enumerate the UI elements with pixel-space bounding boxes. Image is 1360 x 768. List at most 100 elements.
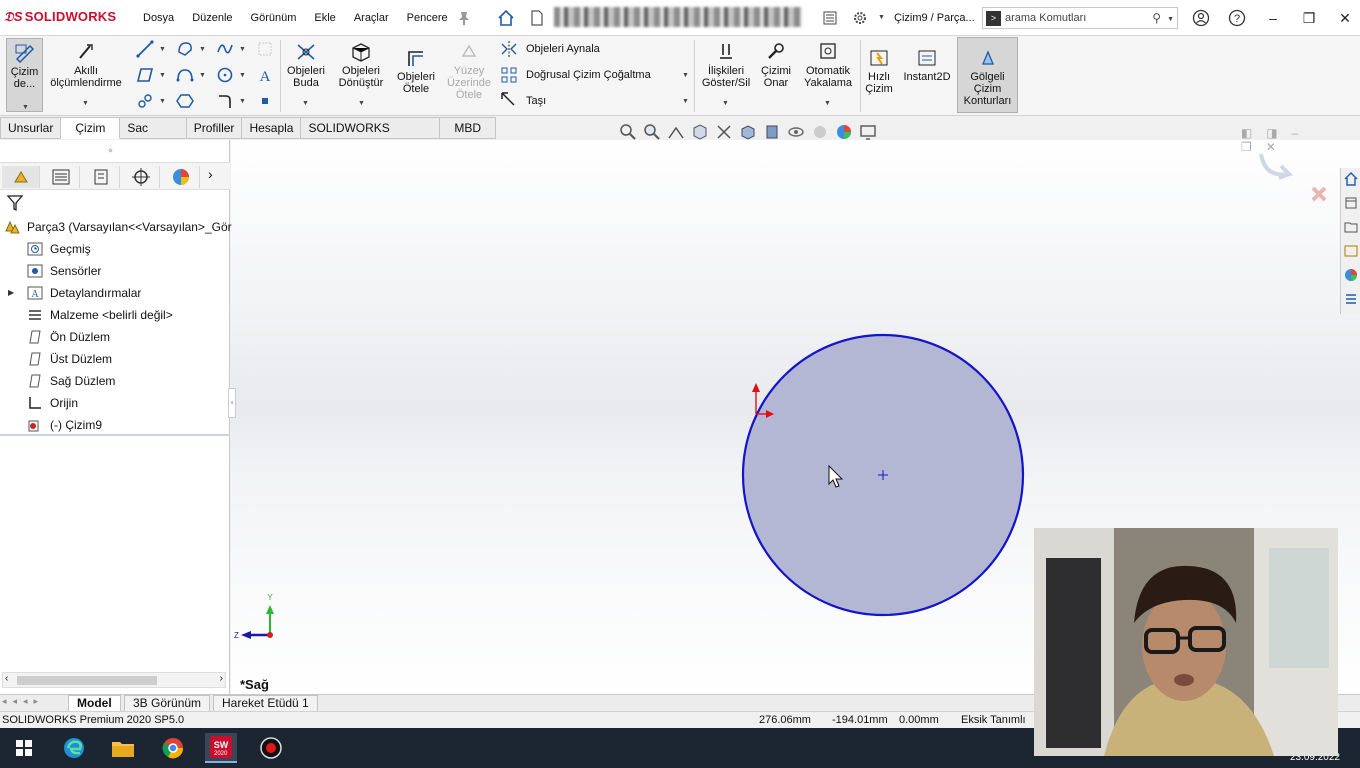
mirror-entities-button[interactable]: Objeleri Aynala	[526, 43, 600, 55]
document-window-buttons[interactable]: ◧◨–❐✕	[1241, 126, 1360, 154]
tree-item[interactable]: Ön Düzlem	[0, 326, 230, 348]
tree-item[interactable]: Üst Düzlem	[0, 348, 230, 370]
menu-window[interactable]: Pencere	[398, 12, 457, 24]
linear-pattern-dropdown-icon[interactable]: ▼	[682, 72, 689, 79]
solidworks-logo[interactable]: 𝔇S SOLIDWORKS	[4, 9, 116, 25]
user-account-icon[interactable]	[1192, 9, 1210, 27]
tree-item[interactable]: Sağ Düzlem	[0, 370, 230, 392]
shaded-sketch-contours-button[interactable]: Gölgeli Çizim Konturları	[957, 37, 1018, 113]
move-entities-button[interactable]: Taşı	[526, 95, 546, 107]
construction-line-icon[interactable]	[216, 92, 234, 110]
solidworks-taskbar-button[interactable]: SW 2020	[205, 733, 237, 763]
tab-scroll-arrows[interactable]: ◂◂◂▸	[2, 696, 44, 707]
scrollbar-thumb[interactable]	[17, 676, 157, 685]
repair-sketch-button[interactable]: Çizimi Onar	[758, 42, 794, 89]
circle-icon[interactable]	[216, 66, 234, 84]
design-library-icon[interactable]	[1343, 195, 1359, 211]
tab-3d-views[interactable]: 3B Görünüm	[124, 695, 211, 712]
display-delete-relations-button[interactable]: İlişkileri Göster/Sil ▼	[700, 42, 752, 107]
command-search[interactable]: > arama Komutları ⚲ ▼	[982, 7, 1178, 29]
snaps-dropdown-icon[interactable]: ▼	[824, 98, 831, 110]
rollback-bar[interactable]	[0, 434, 230, 436]
quick-snaps-button[interactable]: Otomatik Yakalama ▼	[800, 42, 856, 107]
menu-view[interactable]: Görünüm	[242, 12, 306, 24]
new-document-icon[interactable]	[528, 9, 546, 27]
resources-home-icon[interactable]	[1343, 171, 1359, 187]
rapid-sketch-button[interactable]: Hızlı Çizim	[862, 48, 896, 95]
scroll-right-icon[interactable]: ›	[220, 673, 223, 684]
exit-sketch-icon[interactable]	[1311, 186, 1327, 202]
menu-file[interactable]: Dosya	[134, 12, 183, 24]
windows-start-icon[interactable]	[8, 733, 40, 763]
tab-display-manager[interactable]	[162, 166, 200, 188]
tab-weldments[interactable]: Profiller	[186, 117, 243, 139]
appearances-icon[interactable]	[1343, 267, 1359, 283]
tree-item[interactable]: ▶ A Detaylandırmalar	[0, 282, 230, 304]
offset-entities-button[interactable]: Objeleri Ötele	[393, 48, 439, 95]
hide-show-items-icon[interactable]	[786, 122, 806, 142]
rectangle-icon[interactable]	[136, 66, 154, 84]
close-button[interactable]: ✕	[1335, 8, 1355, 28]
slot-dropdown-icon[interactable]: ▼	[159, 98, 166, 105]
maximize-button[interactable]: ❐	[1299, 8, 1319, 28]
view-settings-icon[interactable]	[858, 122, 878, 142]
chevron-right-icon[interactable]: ›	[208, 166, 213, 182]
file-explorer-taskbar-icon[interactable]	[107, 733, 139, 763]
gear-dropdown-icon[interactable]: ▼	[878, 14, 885, 21]
search-icon[interactable]: ⚲	[1152, 11, 1161, 25]
tree-item[interactable]: (-) Çizim9	[0, 414, 230, 436]
smart-dim-dropdown-icon[interactable]: ▼	[82, 98, 89, 110]
file-explorer-icon[interactable]	[1343, 219, 1359, 235]
custom-properties-icon[interactable]	[1343, 291, 1359, 307]
fillet-icon[interactable]	[176, 66, 194, 84]
move-dropdown-icon[interactable]: ▼	[682, 98, 689, 105]
tab-configuration-manager[interactable]	[82, 166, 120, 188]
tab-sketch[interactable]: Çizim	[61, 117, 121, 139]
edge-browser-icon[interactable]	[58, 733, 90, 763]
linear-pattern-button[interactable]: Doğrusal Çizim Çoğaltma	[526, 69, 651, 81]
fillet-dropdown-icon[interactable]: ▼	[199, 72, 206, 79]
sketch-dropdown-icon[interactable]: ▼	[22, 102, 29, 114]
rectangle-dropdown-icon[interactable]: ▼	[159, 72, 166, 79]
tab-property-manager[interactable]	[42, 166, 80, 188]
smart-dimension-button[interactable]: Akıllı ölçümlendirme ▼	[46, 42, 126, 107]
tab-motion-study[interactable]: Hareket Etüdü 1	[213, 695, 318, 712]
menu-tools[interactable]: Araçlar	[345, 12, 398, 24]
zoom-to-area-icon[interactable]	[642, 122, 662, 142]
polygon-arc-icon[interactable]	[176, 40, 194, 58]
tab-mbd[interactable]: MBD	[440, 117, 496, 139]
circle-dropdown-icon[interactable]: ▼	[239, 72, 246, 79]
trim-dropdown-icon[interactable]: ▼	[302, 98, 309, 110]
hexagon-icon[interactable]	[176, 92, 194, 110]
expand-arrow-icon[interactable]: ▶	[8, 282, 14, 304]
panel-collapse-handle[interactable]: ◦	[228, 388, 236, 418]
section-view-icon[interactable]	[690, 122, 710, 142]
line-icon[interactable]	[136, 40, 154, 58]
tree-item[interactable]: Malzeme <belirli değil>	[0, 304, 230, 326]
relations-dropdown-icon[interactable]: ▼	[722, 98, 729, 110]
text-icon[interactable]: A	[256, 66, 274, 84]
scroll-left-icon[interactable]: ‹	[5, 673, 8, 684]
options-list-icon[interactable]	[821, 9, 839, 27]
line-dropdown-icon[interactable]: ▼	[159, 46, 166, 53]
convert-entities-button[interactable]: Objeleri Dönüştür ▼	[334, 42, 388, 107]
tree-root-part[interactable]: Parça3 (Varsayılan<<Varsayılan>_Gör	[0, 216, 232, 238]
dynamic-annotation-icon[interactable]	[714, 122, 734, 142]
tree-item[interactable]: Geçmiş	[0, 238, 230, 260]
help-icon[interactable]: ?	[1228, 9, 1246, 27]
display-style-icon[interactable]	[762, 122, 782, 142]
trim-entities-button[interactable]: Objeleri Buda ▼	[284, 42, 328, 107]
search-dropdown-icon[interactable]: ▼	[1167, 16, 1174, 23]
construction-dropdown-icon[interactable]: ▼	[239, 98, 246, 105]
convert-dropdown-icon[interactable]: ▼	[358, 98, 365, 110]
spline-icon[interactable]	[216, 40, 234, 58]
search-input[interactable]: arama Komutları	[1005, 12, 1086, 24]
tab-features[interactable]: Unsurlar	[0, 117, 62, 139]
chrome-icon[interactable]	[157, 733, 189, 763]
gear-icon[interactable]	[851, 9, 869, 27]
previous-view-icon[interactable]	[666, 122, 686, 142]
apply-scene-icon[interactable]	[834, 122, 854, 142]
spline-dropdown-icon[interactable]: ▼	[239, 46, 246, 53]
arc-dropdown-icon[interactable]: ▼	[199, 46, 206, 53]
panel-splitter-handle[interactable]: ⋄	[108, 146, 113, 155]
